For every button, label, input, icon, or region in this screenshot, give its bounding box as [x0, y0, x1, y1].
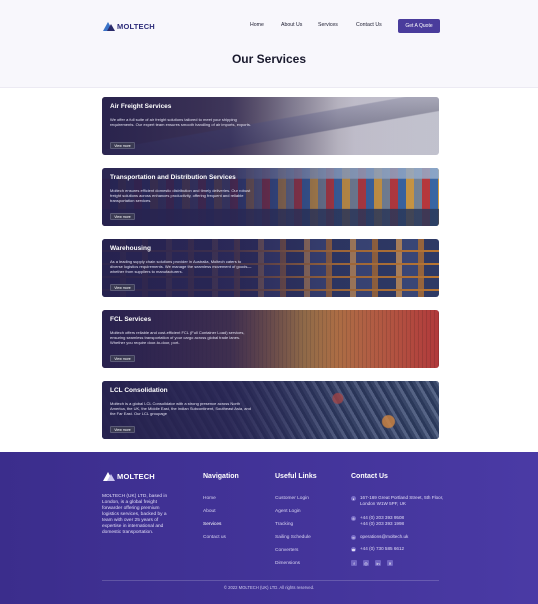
view-more-button[interactable]: View more [110, 284, 135, 291]
footer-link-tracking[interactable]: Tracking [275, 522, 293, 527]
service-description: We offer a full suite of air freight sol… [110, 117, 251, 127]
nav-contact-us[interactable]: Contact Us [356, 22, 382, 28]
logo-icon [103, 472, 115, 481]
footer: MOLTECH MOLTECH (UK) LTD, based in Londo… [0, 452, 538, 604]
footer-email: ✉ operations@moltech.uk [351, 534, 409, 540]
nav-home[interactable]: Home [250, 22, 264, 28]
footer-link-contact[interactable]: Contact us [203, 535, 226, 540]
x-icon[interactable]: ✕ [387, 560, 393, 566]
view-more-button[interactable]: View more [110, 213, 135, 220]
footer-brand-name: MOLTECH [117, 472, 155, 481]
get-a-quote-button[interactable]: Get A Quote [398, 19, 440, 33]
footer-navigation-title: Navigation [203, 473, 239, 480]
service-title: Air Freight Services [110, 103, 172, 110]
nav-about-us[interactable]: About Us [281, 22, 302, 28]
brand-logo[interactable]: MOLTECH [103, 20, 155, 32]
footer-link-agent-login[interactable]: Agent Login [275, 509, 301, 514]
footer-divider [102, 580, 439, 581]
copyright: © 2022 MOLTECH (UK) LTD. All rights rese… [223, 585, 315, 590]
page-title: Our Services [231, 52, 307, 66]
location-pin-icon: ● [351, 496, 356, 501]
footer-link-customer-login[interactable]: Customer Login [275, 496, 309, 501]
service-card-lcl[interactable]: LCL Consolidation Moltech is a global LC… [102, 381, 439, 439]
footer-link-home[interactable]: Home [203, 496, 216, 501]
footer-link-services[interactable]: Services [203, 522, 221, 527]
footer-contact-title: Contact Us [351, 473, 388, 480]
phone-icon: ✆ [351, 516, 356, 521]
footer-about: MOLTECH (UK) LTD, based in London, is a … [102, 494, 168, 535]
service-title: Warehousing [110, 245, 151, 252]
service-description: Moltech is a global LCL Consolidator wit… [110, 401, 251, 416]
service-card-transportation[interactable]: Transportation and Distribution Services… [102, 168, 439, 226]
brand-name: MOLTECH [117, 21, 155, 31]
service-description: As a leading supply chain solutions prov… [110, 259, 252, 274]
nav-services[interactable]: Services [318, 22, 338, 28]
footer-link-dimensions[interactable]: Dimensions [275, 561, 300, 566]
footer-link-converters[interactable]: Converters [275, 548, 298, 553]
fax-icon: ☎ [351, 547, 356, 552]
linkedin-icon[interactable]: in [375, 560, 381, 566]
footer-fax: ☎ +44 (0) 730 585 6612 [351, 546, 405, 552]
footer-phones: ✆ +44 (0) 203 393 9508 +44 (0) 203 393 1… [351, 515, 405, 526]
social-links: f ◎ in ✕ [351, 560, 393, 566]
header-hero: MOLTECH Home About Us Services Contact U… [0, 0, 538, 88]
view-more-button[interactable]: View more [110, 355, 135, 362]
email-icon: ✉ [351, 535, 356, 540]
footer-useful-links-title: Useful Links [275, 473, 317, 480]
logo-icon [103, 21, 115, 31]
service-card-air-freight[interactable]: Air Freight Services We offer a full sui… [102, 97, 439, 155]
view-more-button[interactable]: View more [110, 426, 135, 433]
service-title: LCL Consolidation [110, 387, 168, 394]
footer-address: ● 167-169 Great Portland Street, 5th Flo… [351, 495, 444, 506]
footer-link-sailing-schedule[interactable]: Sailing Schedule [275, 535, 311, 540]
service-title: Transportation and Distribution Services [110, 174, 236, 181]
service-card-fcl[interactable]: FCL Services Moltech offers reliable and… [102, 310, 439, 368]
service-description: Moltech ensures efficient domestic distr… [110, 188, 251, 203]
view-more-button[interactable]: View more [110, 142, 135, 149]
footer-link-about[interactable]: About [203, 509, 216, 514]
service-title: FCL Services [110, 316, 152, 323]
service-card-warehousing[interactable]: Warehousing As a leading supply chain so… [102, 239, 439, 297]
footer-logo[interactable]: MOLTECH [103, 472, 155, 481]
instagram-icon[interactable]: ◎ [363, 560, 369, 566]
service-description: Moltech offers reliable and cost-efficie… [110, 330, 245, 345]
facebook-icon[interactable]: f [351, 560, 357, 566]
